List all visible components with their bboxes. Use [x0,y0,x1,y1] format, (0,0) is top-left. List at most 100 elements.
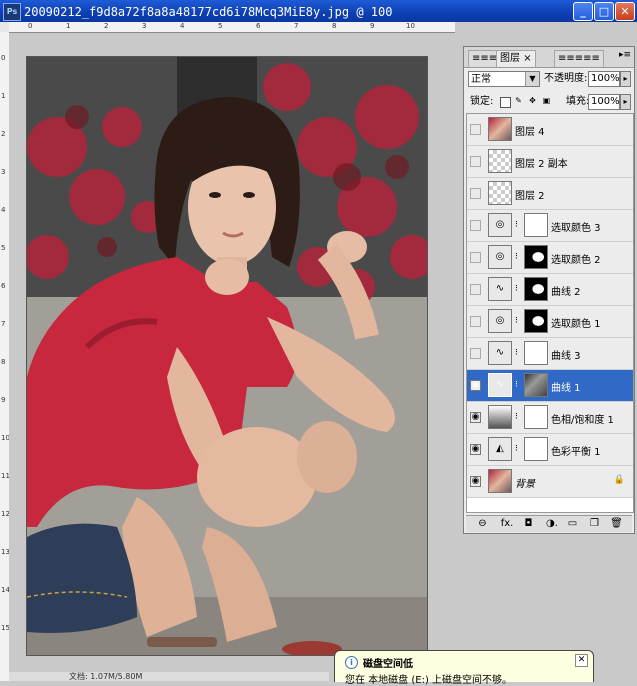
layer-name[interactable]: 选取颜色 2 [551,251,601,266]
layer-mask-thumbnail[interactable] [524,309,548,333]
layer-name[interactable]: 色相/饱和度 1 [551,411,614,426]
minimize-button[interactable]: _ [573,2,593,21]
ruler-tick-label: 8 [332,22,337,30]
layer-row[interactable]: 图层 2 副本 [467,146,633,178]
fx-icon[interactable]: fx. [498,517,516,530]
tab-layers-label: 图层 [500,53,520,64]
opacity-input[interactable]: 100% [588,71,620,87]
layer-name[interactable]: 曲线 1 [551,379,581,394]
ruler-tick-label: 10 [406,22,415,30]
layer-thumbnail [488,149,512,173]
layer-row-selected[interactable]: ◉ ∿ ⁝ 曲线 1 [467,370,633,402]
layer-row[interactable]: ◉ ◭ ⁝ 色彩平衡 1 [467,434,633,466]
maximize-button[interactable]: □ [594,2,614,21]
ruler-horizontal[interactable]: 0 1 2 3 4 5 6 7 8 9 10 [9,22,455,33]
close-icon[interactable]: ✕ [575,654,588,667]
link-icon[interactable]: ⁝ [515,380,518,390]
eye-icon[interactable]: ◉ [470,380,481,391]
lock-transparency-icon[interactable] [500,97,511,108]
link-icon[interactable]: ⁝ [515,412,518,422]
notification-title: 磁盘空间低 [363,659,413,670]
link-icon[interactable]: ⁝ [515,444,518,454]
layer-name[interactable]: 选取颜色 3 [551,219,601,234]
visibility-toggle[interactable] [470,220,481,231]
visibility-toggle[interactable] [470,252,481,263]
low-disk-notification[interactable]: i 磁盘空间低 ✕ 您在 本地磁盘 (E:) 上磁盘空间不够。 [334,650,594,686]
layer-mask-thumbnail[interactable] [524,341,548,365]
new-layer-icon[interactable]: ❐ [588,517,601,530]
lock-icon: 🔒 [613,475,625,485]
fill-slider-button[interactable]: ▸ [620,94,631,110]
tab-layers[interactable]: 图层 × [496,50,536,67]
layer-name[interactable]: 图层 2 副本 [515,155,568,170]
layer-name[interactable]: 背景 [515,475,535,490]
layer-mask-thumbnail[interactable] [524,437,548,461]
opacity-slider-button[interactable]: ▸ [620,71,631,87]
layer-name[interactable]: 选取颜色 1 [551,315,601,330]
layer-name[interactable]: 图层 4 [515,123,545,138]
layer-row[interactable]: 图层 2 [467,178,633,210]
lock-image-icon[interactable]: ✎ [514,97,523,106]
adjustment-layer-icon[interactable]: ◑. [544,517,560,530]
visibility-toggle[interactable] [470,188,481,199]
fill-label: 填充: [566,96,590,107]
layer-row[interactable]: ◎ ⁝ 选取颜色 1 [467,306,633,338]
close-button[interactable]: ✕ [615,2,635,21]
layer-name[interactable]: 曲线 2 [551,283,581,298]
layer-mask-thumbnail[interactable] [524,277,548,301]
layers-panel[interactable]: ≡≡≡ 图层 × ≡≡≡≡≡ ▸≡ 正常 ▼ 不透明度: 100% ▸ 锁定: … [463,46,635,534]
lock-all-icon[interactable]: ▣ [542,97,551,106]
blend-mode-select[interactable]: 正常 ▼ [468,71,540,87]
ruler-tick-label: 5 [218,22,223,30]
layer-name[interactable]: 图层 2 [515,187,545,202]
visibility-toggle[interactable] [470,284,481,295]
fill-input[interactable]: 100% [588,94,620,110]
layer-row[interactable]: ∿ ⁝ 曲线 3 [467,338,633,370]
visibility-toggle[interactable] [470,156,481,167]
link-icon[interactable]: ⁝ [515,284,518,294]
panel-footer-toolbar: ⊖ fx. ◘ ◑. ▭ ❐ 🗑 [466,515,632,532]
tab-close-icon[interactable]: × [523,53,531,64]
layer-row[interactable]: ◎ ⁝ 选取颜色 3 [467,210,633,242]
layer-row[interactable]: ◉ ⁝ 色相/饱和度 1 [467,402,633,434]
ruler-tick-label: 7 [1,320,6,328]
lock-label: 锁定: [470,96,494,107]
ruler-tick-label: 7 [294,22,299,30]
ruler-tick-label: 2 [1,130,6,138]
lock-position-icon[interactable]: ✥ [528,97,537,106]
link-layers-icon[interactable]: ⊖ [476,517,489,530]
window-title-bar[interactable]: Ps 20090212_f9d8a72f8a8a48177cd6i78Mcq3M… [0,0,637,22]
ruler-tick-label: 4 [1,206,6,214]
eye-icon[interactable]: ◉ [470,412,481,423]
layer-row[interactable]: ◉ 背景 🔒 [467,466,633,498]
trash-icon[interactable]: 🗑 [610,517,623,530]
lock-fill-row: 锁定: ✎ ✥ ▣ 填充: 100% ▸ [468,94,631,112]
eye-icon[interactable]: ◉ [470,444,481,455]
visibility-toggle[interactable] [470,124,481,135]
layer-row[interactable]: ∿ ⁝ 曲线 2 [467,274,633,306]
folder-icon[interactable]: ▭ [566,517,579,530]
eye-icon[interactable]: ◉ [470,476,481,487]
visibility-toggle[interactable] [470,348,481,359]
layer-mask-thumbnail[interactable] [524,373,548,397]
panel-menu-icon[interactable]: ▸≡ [619,50,631,60]
layer-mask-thumbnail[interactable] [524,245,548,269]
link-icon[interactable]: ⁝ [515,348,518,358]
link-icon[interactable]: ⁝ [515,220,518,230]
layers-list[interactable]: 图层 4 图层 2 副本 图层 2 ◎ ⁝ 选取颜色 3 ◎ ⁝ 选取颜色 2 … [466,113,634,513]
tab-paths-grip[interactable]: ≡≡≡≡≡ [554,50,604,67]
layer-mask-thumbnail[interactable] [524,405,548,429]
link-icon[interactable]: ⁝ [515,252,518,262]
link-icon[interactable]: ⁝ [515,316,518,326]
layer-mask-thumbnail[interactable] [524,213,548,237]
layer-name[interactable]: 色彩平衡 1 [551,443,601,458]
photoshop-app-icon[interactable]: Ps [3,3,21,21]
layer-name[interactable]: 曲线 3 [551,347,581,362]
layer-row[interactable]: 图层 4 [467,114,633,146]
document-photo[interactable] [26,56,428,656]
blend-opacity-row: 正常 ▼ 不透明度: 100% ▸ [468,71,631,89]
visibility-toggle[interactable] [470,316,481,327]
ruler-tick-label: 3 [1,168,6,176]
layer-row[interactable]: ◎ ⁝ 选取颜色 2 [467,242,633,274]
add-mask-icon[interactable]: ◘ [522,517,535,530]
